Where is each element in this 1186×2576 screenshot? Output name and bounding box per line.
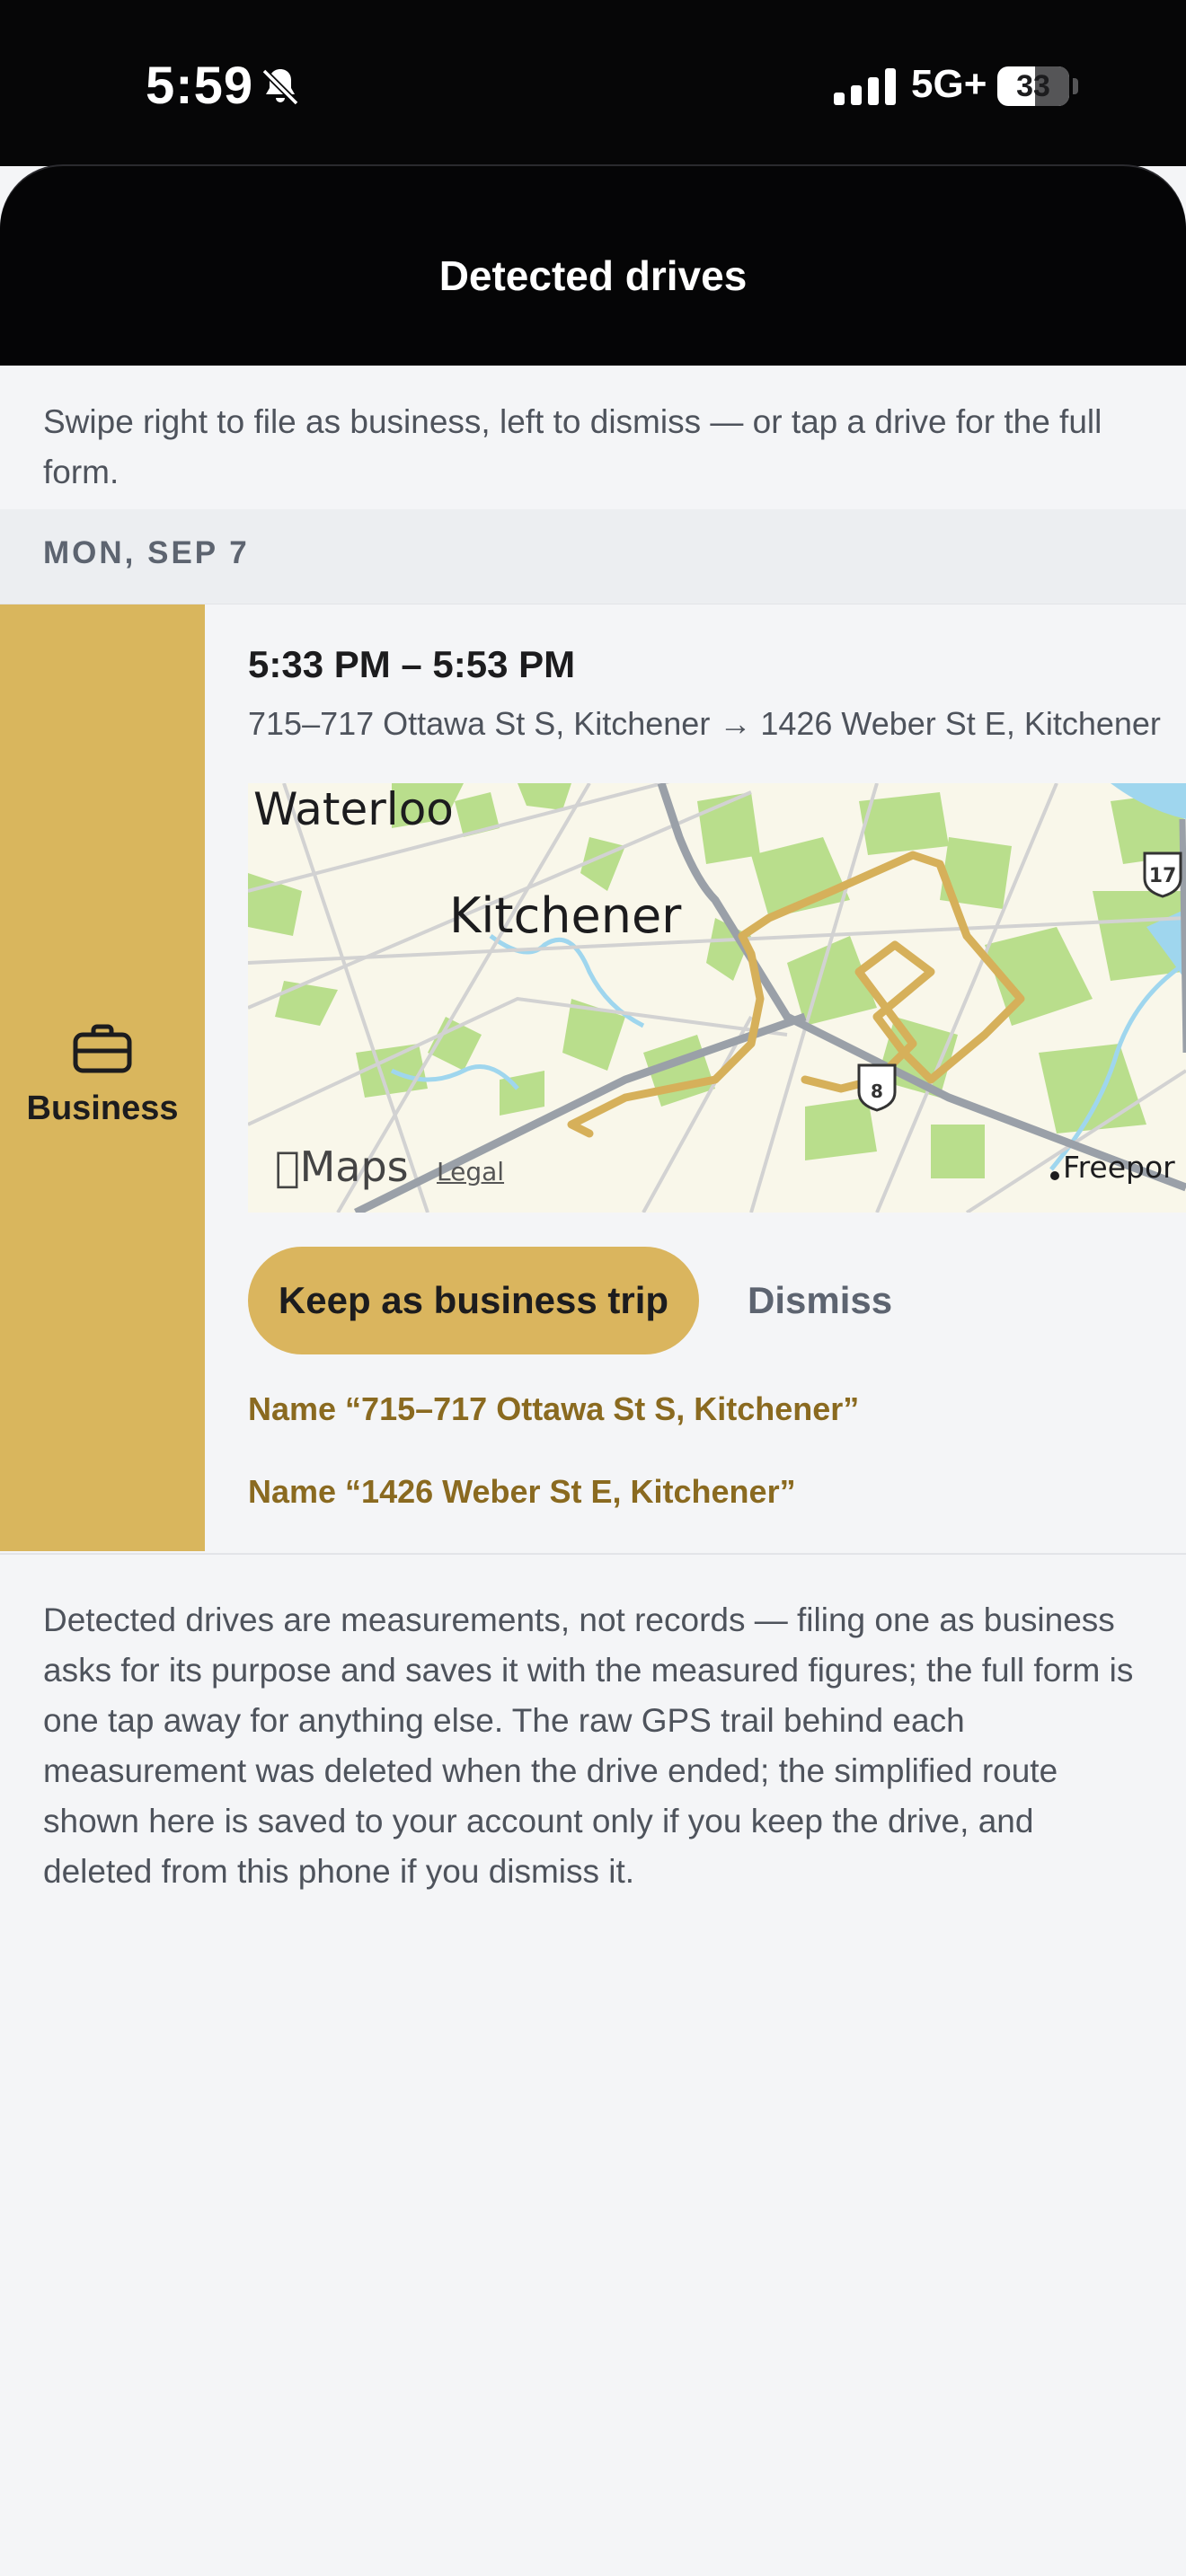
keep-as-business-button[interactable]: Keep as business trip: [248, 1247, 699, 1354]
apple-maps-logo: Maps: [275, 1142, 409, 1191]
business-label: Business: [26, 1090, 179, 1127]
legal-link[interactable]: Legal: [437, 1157, 504, 1187]
map-label-waterloo: Waterloo: [253, 783, 454, 835]
bell-slash-icon: [259, 66, 302, 113]
signal-icon: [834, 67, 898, 111]
route-map[interactable]: 17 8 Waterloo Kitchener Freepor Maps Le…: [248, 783, 1186, 1213]
intro-text: Swipe right to file as business, left to…: [43, 403, 1102, 490]
page-title: Detected drives: [438, 252, 748, 299]
maps-attribution: Maps: [275, 1142, 409, 1191]
status-time: 5:59: [146, 57, 254, 115]
map-label-freeport: Freepor: [1063, 1150, 1175, 1185]
dismiss-button[interactable]: Dismiss: [742, 1247, 940, 1354]
drive-route: 715–717 Ottawa St S, Kitchener → 1426 We…: [248, 705, 1161, 742]
network-type: 5G+: [911, 62, 987, 106]
section-date: MON, SEP 7: [43, 535, 250, 570]
briefcase-icon: [72, 1024, 133, 1079]
battery-tip: [1073, 78, 1078, 94]
name-origin-link[interactable]: Name “715–717 Ottawa St S, Kitchener”: [248, 1390, 859, 1428]
drive-time-range: 5:33 PM – 5:53 PM: [248, 643, 576, 685]
name-destination-link[interactable]: Name “1426 Weber St E, Kitchener”: [248, 1473, 796, 1511]
map-label-kitchener: Kitchener: [449, 887, 682, 944]
svg-text:17: 17: [1149, 865, 1177, 887]
footer-explanation: Detected drives are measurements, not re…: [43, 1601, 1134, 1890]
svg-text:8: 8: [871, 1081, 883, 1102]
battery-level: 33: [1016, 69, 1050, 103]
